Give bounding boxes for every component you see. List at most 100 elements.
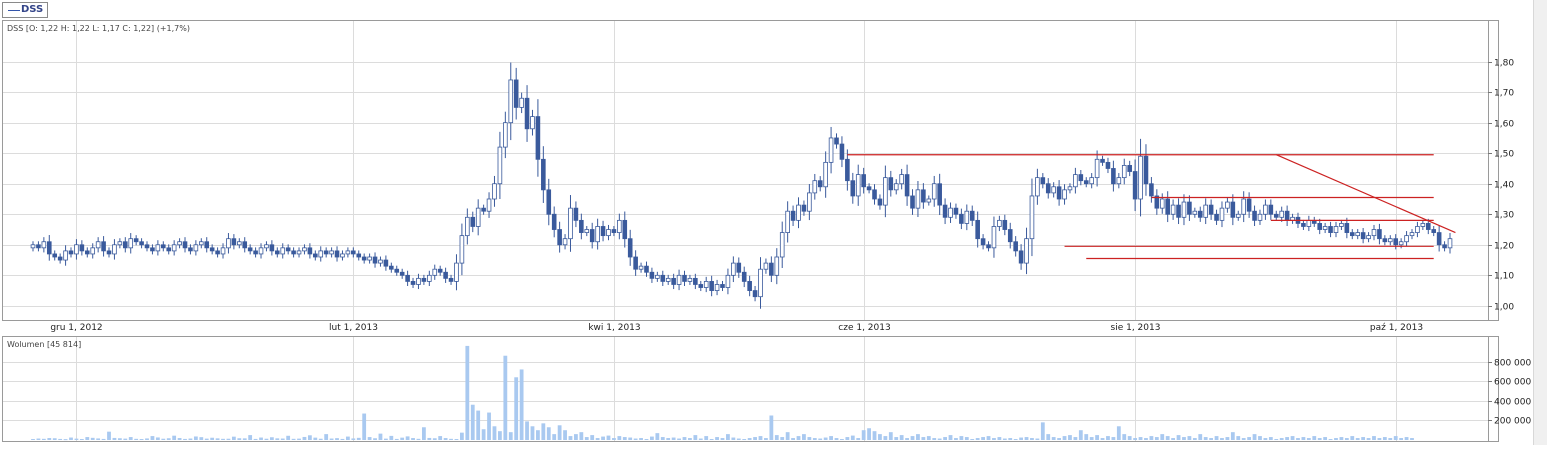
volume-bar xyxy=(1133,438,1138,440)
candle-body xyxy=(736,262,742,273)
volume-bar xyxy=(1030,438,1034,440)
volume-panel-header: Wolumen [45 814] xyxy=(7,340,81,349)
candle-body xyxy=(1040,177,1046,185)
volume-bar xyxy=(1410,438,1414,440)
volume-bar xyxy=(128,437,133,440)
candle-body xyxy=(1056,186,1062,200)
candle-body xyxy=(1425,223,1431,230)
volume-bar xyxy=(932,438,937,440)
y-tick-label: 1,80 xyxy=(1494,59,1514,69)
candle-body xyxy=(904,174,910,197)
candle-body xyxy=(682,274,687,282)
volume-bar xyxy=(226,438,231,440)
volume-bar xyxy=(204,438,209,440)
vertical-scrollbar[interactable] xyxy=(1533,0,1547,445)
candle-body xyxy=(1143,155,1149,185)
candle-body xyxy=(1029,195,1035,240)
volume-bar xyxy=(1334,438,1338,440)
candle-body xyxy=(1197,210,1203,218)
volume-bar xyxy=(514,377,519,440)
volume-bar xyxy=(1078,430,1083,440)
volume-bar xyxy=(872,431,877,440)
candle-body xyxy=(84,250,90,255)
candle-body xyxy=(475,207,481,227)
candle-body xyxy=(367,256,372,261)
volume-bar xyxy=(1214,436,1219,440)
candle-body xyxy=(52,253,58,258)
volume-bar xyxy=(503,355,508,440)
volume-bar xyxy=(367,437,372,440)
candle-body xyxy=(160,244,166,249)
volume-bar xyxy=(264,438,269,440)
candle-body xyxy=(877,198,883,206)
candle-body xyxy=(519,97,524,108)
candle-body xyxy=(1436,232,1442,246)
volume-bar xyxy=(943,437,947,440)
candle-body xyxy=(1100,158,1105,163)
volume-bar xyxy=(861,430,866,440)
volume-bar xyxy=(248,435,253,440)
volume-bar xyxy=(671,437,676,440)
candle-body xyxy=(199,241,204,246)
candle-body xyxy=(1366,235,1371,240)
volume-bar xyxy=(231,436,236,440)
candle-body xyxy=(758,268,763,298)
candle-body xyxy=(676,274,682,285)
volume-bar xyxy=(644,439,649,441)
candle-body xyxy=(910,195,915,209)
volume-bar xyxy=(161,438,166,440)
volume-bar xyxy=(1024,437,1029,440)
volume-bar xyxy=(590,435,595,440)
volume-bar xyxy=(259,437,263,440)
candle-body xyxy=(1149,183,1154,197)
volume-bar xyxy=(698,438,703,440)
candle-body xyxy=(394,268,400,273)
volume-bar xyxy=(840,439,844,441)
volume-bar xyxy=(172,435,177,440)
candle-body xyxy=(117,241,123,246)
volume-bar xyxy=(41,438,46,440)
volume-bar xyxy=(438,436,443,440)
volume-bar xyxy=(302,436,307,440)
y-tick-label: 1,60 xyxy=(1494,120,1514,130)
volume-bar xyxy=(1263,438,1268,440)
candle-body xyxy=(291,250,296,255)
candle-body xyxy=(30,244,36,249)
candle-body xyxy=(150,247,155,252)
candle-body xyxy=(383,259,389,267)
volume-bar xyxy=(1149,436,1154,440)
candle-body xyxy=(1355,232,1361,237)
candle-body xyxy=(188,247,193,252)
volume-bar xyxy=(1154,437,1159,440)
volume-bar xyxy=(324,434,329,440)
candle-body xyxy=(644,265,649,273)
candle-body xyxy=(888,177,894,191)
candle-body xyxy=(497,146,503,185)
volume-bar xyxy=(823,437,828,440)
volume-bar xyxy=(1247,437,1252,440)
volume-bar xyxy=(688,438,692,440)
candle-body xyxy=(861,174,866,188)
candle-body xyxy=(1252,210,1257,221)
candle-body xyxy=(1181,201,1187,218)
candle-body xyxy=(285,247,291,252)
volume-bar xyxy=(242,438,247,440)
candle-body xyxy=(687,277,693,282)
candle-body xyxy=(1377,229,1382,240)
candle-body xyxy=(155,244,161,252)
candle-body xyxy=(807,192,812,212)
candle-body xyxy=(872,189,877,200)
candle-body xyxy=(90,247,96,255)
candle-body xyxy=(1322,226,1328,230)
volume-bar xyxy=(449,438,453,440)
candle-body xyxy=(747,281,752,291)
volume-bar xyxy=(394,438,399,440)
candle-body xyxy=(215,250,220,255)
volume-bar xyxy=(498,431,502,440)
volume-bar xyxy=(992,438,996,440)
volume-bar xyxy=(807,437,812,440)
volume-bar xyxy=(36,438,41,440)
candle-body xyxy=(693,277,698,285)
volume-bar xyxy=(937,438,942,440)
legend-item-dss[interactable]: DSS xyxy=(2,2,48,18)
